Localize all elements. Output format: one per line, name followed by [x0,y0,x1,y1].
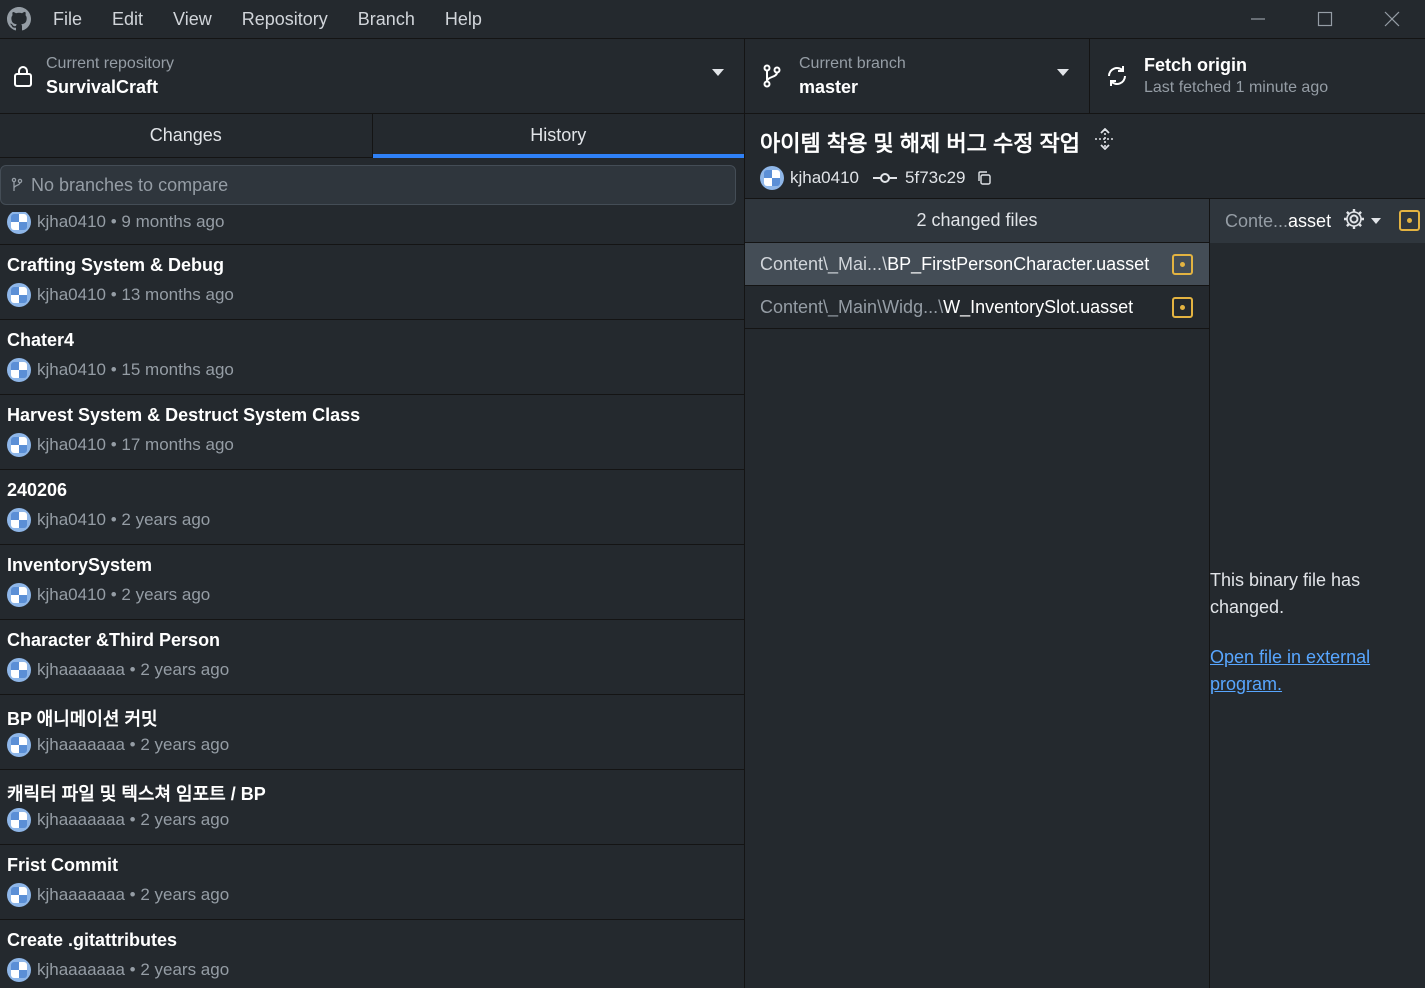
sync-icon [1090,64,1144,88]
maximize-icon [1317,11,1332,27]
commit-item[interactable]: BP 애니메이션 커밋 kjhaaaaaaa • 2 years ago [0,695,744,770]
commit-summary: Create .gitattributes [7,930,178,950]
branch-icon [11,177,23,191]
avatar [7,883,31,907]
close-button[interactable] [1358,0,1425,38]
copy-icon[interactable] [976,170,992,186]
gear-icon[interactable] [1342,207,1366,236]
file-item[interactable]: Content\_Mai...\ BP_FirstPersonCharacter.… [745,243,1209,286]
title-bar: File Edit View Repository Branch Help [0,0,1425,38]
commit-summary: BP 애니메이션 커밋 [7,709,158,729]
chevron-down-icon [712,69,724,76]
avatar [7,583,31,607]
repository-label: Current repository [46,55,175,72]
file-item[interactable]: Content\_Main\Widg...\ W_InventorySlot.ua… [745,286,1209,329]
avatar [7,808,31,832]
avatar [7,433,31,457]
compare-placeholder: No branches to compare [31,174,229,195]
commit-summary: 캐릭터 파일 및 텍스쳐 임포트 / BP [7,784,266,804]
commit-summary: Harvest System & Destruct System Class [7,405,361,425]
avatar [7,283,31,307]
tab-changes[interactable]: Changes [0,114,373,157]
commit-header: 아이템 착용 및 해제 버그 수정 작업 kjha0410 5f73c29 [745,114,1425,198]
commit-item[interactable]: 캐릭터 파일 및 텍스쳐 임포트 / BP kjhaaaaaaa • 2 yea… [0,770,744,845]
minimize-button[interactable] [1224,0,1291,38]
branch-name: master [799,77,859,97]
commit-summary: Chater4 [7,330,75,350]
menu-file[interactable]: File [38,0,97,38]
avatar [7,958,31,982]
menu-bar: File Edit View Repository Branch Help [38,0,497,38]
menu-edit[interactable]: Edit [97,0,158,38]
commit-summary: InventorySystem [7,555,153,575]
toolbar: Current repository SurvivalCraft Current… [0,38,1425,114]
commit-icon [873,173,898,183]
commit-item[interactable]: kjha0410 • 9 months ago [0,212,744,245]
avatar [7,212,31,234]
chevron-down-icon [1057,69,1069,76]
maximize-button[interactable] [1291,0,1358,38]
commit-item[interactable]: Harvest System & Destruct System Class k… [0,395,744,470]
github-logo-icon [0,0,38,38]
sidebar: Changes History No branches to compare k… [0,114,745,988]
commit-item[interactable]: Frist Commit kjhaaaaaaa • 2 years ago [0,845,744,920]
current-branch-button[interactable]: Current branch master [745,39,1090,113]
avatar [7,733,31,757]
fetch-origin-button[interactable]: Fetch origin Last fetched 1 minute ago [1090,39,1425,113]
diff-header: Conte... asset [1210,199,1425,243]
commit-author: kjha0410 [790,168,860,187]
commit-item[interactable]: Create .gitattributes kjhaaaaaaa • 2 yea… [0,920,744,988]
window-controls [1224,0,1425,38]
commit-item[interactable]: InventorySystem kjha0410 • 2 years ago [0,545,744,620]
menu-help[interactable]: Help [430,0,497,38]
tab-history[interactable]: History [372,114,745,158]
modified-icon [1172,254,1193,275]
avatar [7,358,31,382]
modified-icon [1399,210,1420,231]
changed-files-header: 2 changed files [745,199,1209,243]
repository-name: SurvivalCraft [46,77,159,97]
fetch-title: Fetch origin [1144,55,1247,75]
diff-file-prefix: Conte... [1225,210,1289,231]
commit-item[interactable]: 240206 kjha0410 • 2 years ago [0,470,744,545]
branch-label: Current branch [799,55,906,72]
binary-file-message: This binary file has changed. [1210,570,1361,617]
sidebar-tabs: Changes History [0,114,744,158]
avatar [760,166,784,190]
commit-item[interactable]: Chater4 kjha0410 • 15 months ago [0,320,744,395]
commit-summary: Frist Commit [7,855,119,875]
commit-summary: 240206 [7,480,68,500]
diff-file-name: asset [1288,210,1332,231]
minimize-icon [1250,18,1265,20]
avatar [7,658,31,682]
branch-icon [745,64,799,88]
diff-view: Conte... asset This binary file has chang… [1210,198,1425,988]
commit-title: 아이템 착용 및 해제 버그 수정 작업 [760,131,1081,156]
chevron-down-icon[interactable] [1371,218,1381,224]
commit-list: kjha0410 • 9 months ago Crafting System … [0,212,744,988]
menu-view[interactable]: View [158,0,227,38]
commit-details: 아이템 착용 및 해제 버그 수정 작업 kjha0410 5f73c29 2 … [745,114,1425,988]
avatar [7,508,31,532]
menu-branch[interactable]: Branch [343,0,430,38]
close-icon [1384,11,1399,27]
current-repository-button[interactable]: Current repository SurvivalCraft [0,39,745,113]
commit-item[interactable]: Character &Third Person kjhaaaaaaa • 2 y… [0,620,744,695]
commit-summary: Character &Third Person [7,630,221,650]
branch-compare-input[interactable]: No branches to compare [0,165,736,205]
open-external-link[interactable]: Open file in external program. [1210,644,1410,698]
expand-icon[interactable] [1094,127,1116,156]
fetch-status: Last fetched 1 minute ago [1144,79,1329,96]
modified-icon [1172,297,1193,318]
commit-item[interactable]: Crafting System & Debug kjha0410 • 13 mo… [0,245,744,320]
changed-files-list: 2 changed files Content\_Mai...\ BP_First… [745,198,1210,988]
commit-summary: Crafting System & Debug [7,255,225,275]
lock-icon [0,65,46,87]
commit-sha: 5f73c29 [905,168,966,187]
menu-repository[interactable]: Repository [227,0,343,38]
